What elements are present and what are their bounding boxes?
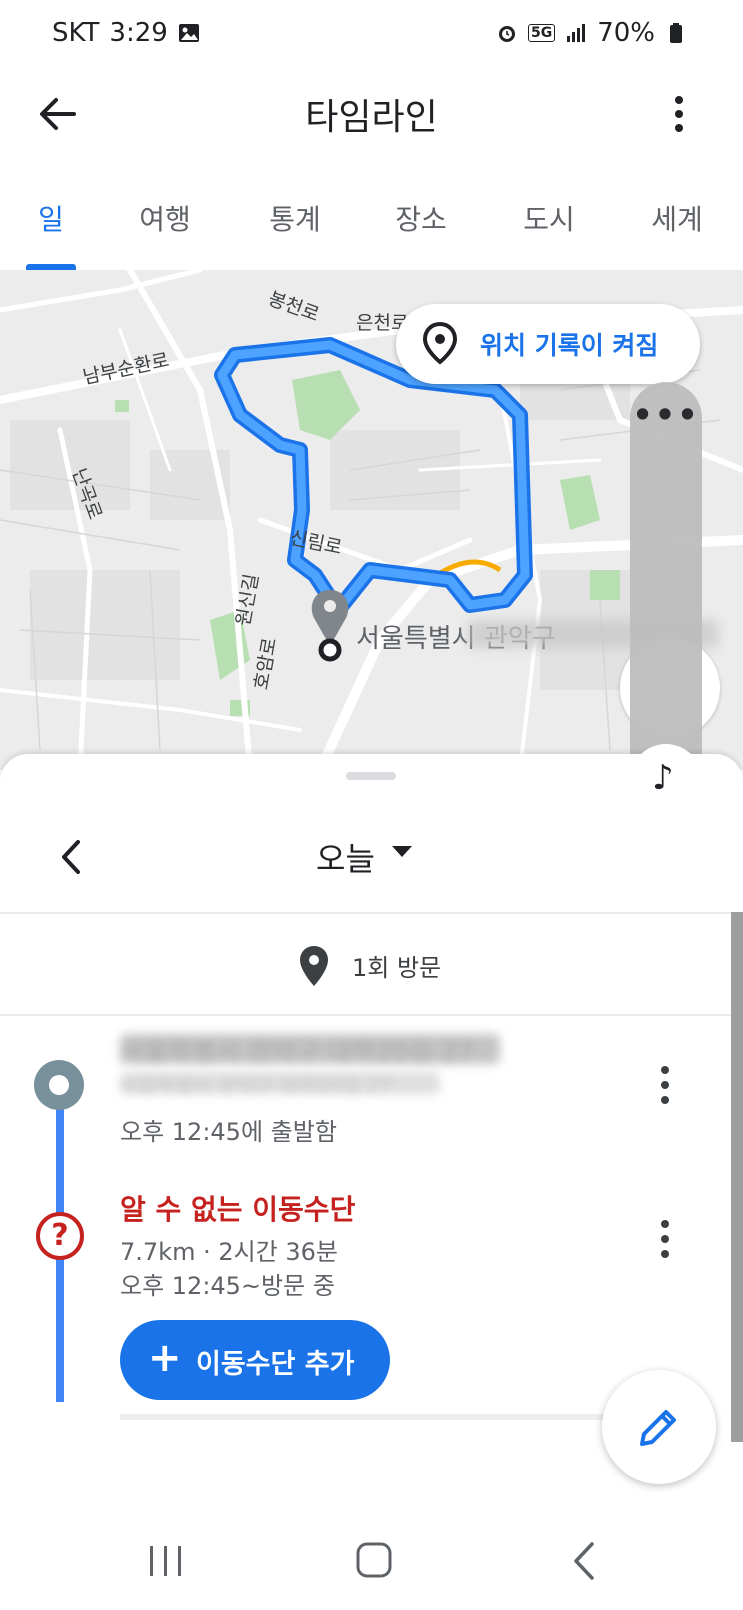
alarm-icon xyxy=(498,26,515,42)
network-badge: 5G xyxy=(527,24,556,42)
dropdown-caret-icon[interactable] xyxy=(392,846,412,857)
visit-summary: 1회 방문 xyxy=(0,914,731,1014)
tab-places[interactable]: 장소 xyxy=(366,198,476,238)
timeline-place-dot-icon xyxy=(34,1060,84,1110)
tab-trips[interactable]: 여행 xyxy=(110,198,220,238)
location-pin-icon xyxy=(422,321,458,365)
system-nav-bar xyxy=(0,1506,743,1610)
status-right: 5G 70% xyxy=(496,18,687,48)
transport-time: 오후 12:45~방문 중 xyxy=(120,1272,335,1300)
more-horiz-icon[interactable]: ••• xyxy=(630,396,702,434)
edit-fab[interactable] xyxy=(602,1370,716,1484)
departure-time: 오후 12:45에 출발함 xyxy=(120,1118,337,1146)
more-vert-icon[interactable] xyxy=(648,1058,682,1112)
date-selector: 오늘 xyxy=(0,814,743,904)
date-label[interactable]: 오늘 xyxy=(316,834,375,880)
tab-day[interactable]: 일 xyxy=(0,198,106,238)
location-history-label: 위치 기록이 켜짐 xyxy=(480,331,659,360)
more-vert-icon[interactable] xyxy=(651,86,707,142)
pencil-icon xyxy=(640,1410,676,1446)
battery-icon xyxy=(670,23,682,43)
transport-distance: 7.7km · 2시간 36분 xyxy=(120,1238,339,1266)
more-vert-icon[interactable] xyxy=(648,1212,682,1266)
add-transport-button[interactable]: + 이동수단 추가 xyxy=(120,1320,390,1400)
clock: 3:29 xyxy=(109,18,168,48)
app-bar: 타임라인 xyxy=(0,72,743,188)
page-title: 타임라인 xyxy=(305,97,438,138)
carrier-label: SKT xyxy=(52,18,100,48)
battery-percent: 70% xyxy=(597,18,655,48)
tab-insights[interactable]: 통계 xyxy=(240,198,350,238)
transport-title[interactable]: 알 수 없는 이동수단 xyxy=(120,1188,355,1228)
music-note-icon[interactable]: ♪ xyxy=(652,758,674,798)
tab-world[interactable]: 세계 xyxy=(622,198,732,238)
chevron-left-icon[interactable] xyxy=(52,832,92,882)
gallery-icon xyxy=(178,24,199,42)
signal-icon xyxy=(567,24,586,42)
home-icon[interactable] xyxy=(344,1536,404,1586)
status-left: SKT 3:29 xyxy=(52,18,200,48)
tab-cities[interactable]: 도시 xyxy=(494,198,604,238)
place-address: 서울특별시 관악구 대학20길 27 xyxy=(120,1074,393,1098)
visit-count: 1회 방문 xyxy=(352,954,442,982)
recent-apps-icon[interactable] xyxy=(136,1536,196,1586)
back-icon[interactable] xyxy=(554,1536,614,1586)
scrollbar[interactable] xyxy=(731,912,743,1442)
place-pin-icon xyxy=(300,946,328,986)
card-divider xyxy=(120,1414,620,1420)
tab-bar: 일 여행 통계 장소 도시 세계 xyxy=(0,188,743,270)
plus-icon: + xyxy=(148,1335,182,1381)
drag-handle[interactable] xyxy=(346,772,396,780)
status-bar: SKT 3:29 5G 70% xyxy=(0,0,743,72)
location-history-pill[interactable]: 위치 기록이 켜짐 xyxy=(396,304,700,384)
unknown-transport-icon: ? xyxy=(36,1212,84,1260)
add-transport-label: 이동수단 추가 xyxy=(196,1349,355,1380)
place-name[interactable]: 서울특별시 관악구 대학20길 27 xyxy=(120,1032,474,1069)
divider xyxy=(0,1014,731,1016)
